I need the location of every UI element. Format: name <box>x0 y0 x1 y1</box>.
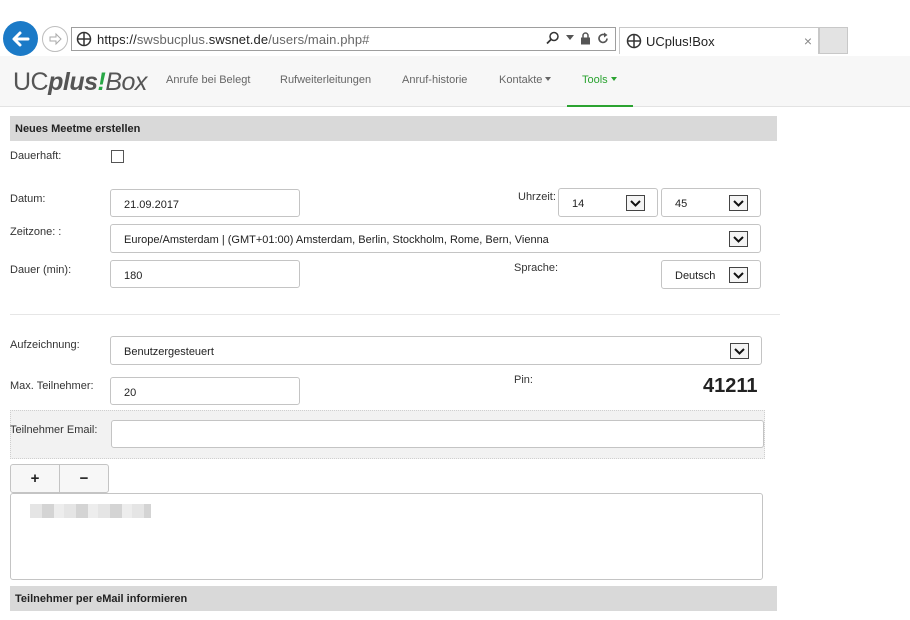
close-icon[interactable]: × <box>804 33 812 49</box>
address-bar[interactable]: https://swsbucplus.swsnet.de/users/main.… <box>71 27 616 51</box>
minute-value: 45 <box>675 198 688 210</box>
minute-select[interactable]: 45 <box>661 188 761 217</box>
chevron-down-icon[interactable] <box>566 35 574 41</box>
globe-icon <box>76 31 92 47</box>
chevron-down-icon[interactable] <box>729 195 748 211</box>
browser-chrome: https://swsbucplus.swsnet.de/users/main.… <box>0 0 910 56</box>
aufzeichnung-label: Aufzeichnung: <box>10 339 80 351</box>
hour-select[interactable]: 14 <box>558 188 658 217</box>
zeitzone-select[interactable]: Europe/Amsterdam | (GMT+01:00) Amsterdam… <box>110 224 761 253</box>
nav-kontakte[interactable]: Kontakte <box>499 74 552 86</box>
nav-tools[interactable]: Tools <box>582 74 617 86</box>
app-logo[interactable]: UCplus!Box <box>13 68 147 97</box>
dauer-input[interactable]: 180 <box>110 260 300 288</box>
nav-anrufe-bei-belegt[interactable]: Anrufe bei Belegt <box>166 74 250 86</box>
max-teilnehmer-input[interactable]: 20 <box>110 377 300 405</box>
redacted-participant-entry[interactable] <box>30 504 151 518</box>
remove-participant-button[interactable]: − <box>59 465 108 492</box>
teilnehmer-email-label: Teilnehmer Email: <box>10 424 98 436</box>
sprache-select[interactable]: Deutsch <box>661 260 761 289</box>
chevron-down-icon[interactable] <box>729 267 748 283</box>
add-participant-button[interactable]: + <box>11 465 59 492</box>
sprache-label: Sprache: <box>514 262 559 274</box>
active-tab-indicator <box>567 105 633 107</box>
new-tab-button[interactable] <box>819 27 848 54</box>
section-header-teilnehmer-informieren[interactable]: Teilnehmer per eMail informieren <box>10 586 777 611</box>
browser-tab[interactable]: UCplus!Box × <box>619 27 819 54</box>
refresh-icon[interactable] <box>597 32 609 45</box>
aufzeichnung-select[interactable]: Benutzergesteuert <box>110 336 762 365</box>
section-header-neues-meetme: Neues Meetme erstellen <box>10 116 777 141</box>
url-text: https://swsbucplus.swsnet.de/users/main.… <box>97 31 370 47</box>
sprache-value: Deutsch <box>675 270 716 282</box>
caret-down-icon <box>545 77 552 81</box>
globe-icon <box>626 33 642 49</box>
uhrzeit-label: Uhrzeit: <box>518 191 556 203</box>
pin-label: Pin: <box>514 374 533 386</box>
arrow-right-icon <box>49 32 62 46</box>
dauerhaft-label: Dauerhaft: <box>10 150 62 162</box>
caret-down-icon <box>610 77 617 81</box>
nav-rufweiterleitungen[interactable]: Rufweiterleitungen <box>280 74 371 86</box>
aufzeichnung-value: Benutzergesteuert <box>124 346 214 358</box>
app-navbar: UCplus!Box Anrufe bei Belegt Rufweiterle… <box>0 56 910 107</box>
zeitzone-value: Europe/Amsterdam | (GMT+01:00) Amsterdam… <box>124 234 549 246</box>
chevron-down-icon[interactable] <box>729 231 748 247</box>
search-icon[interactable] <box>546 31 560 45</box>
arrow-left-icon <box>12 31 29 46</box>
dauer-label: Dauer (min): <box>10 264 72 276</box>
back-button[interactable] <box>3 21 38 56</box>
participant-list[interactable] <box>10 493 763 580</box>
pin-value: 41211 <box>703 375 758 397</box>
chevron-down-icon[interactable] <box>626 195 645 211</box>
forward-button[interactable] <box>42 26 68 52</box>
form-divider <box>10 314 780 315</box>
hour-value: 14 <box>572 198 585 210</box>
teilnehmer-email-input[interactable] <box>111 420 764 448</box>
dauerhaft-checkbox[interactable] <box>111 150 124 163</box>
max-teilnehmer-label: Max. Teilnehmer: <box>10 380 94 392</box>
zeitzone-label: Zeitzone: : <box>10 226 62 238</box>
lock-icon[interactable] <box>580 31 591 45</box>
chevron-down-icon[interactable] <box>730 343 749 359</box>
tab-title: UCplus!Box <box>646 33 715 49</box>
nav-anruf-historie[interactable]: Anruf-historie <box>402 74 467 86</box>
participant-button-group: + − <box>10 464 109 493</box>
datum-label: Datum: <box>10 193 46 205</box>
datum-input[interactable]: 21.09.2017 <box>110 189 300 217</box>
